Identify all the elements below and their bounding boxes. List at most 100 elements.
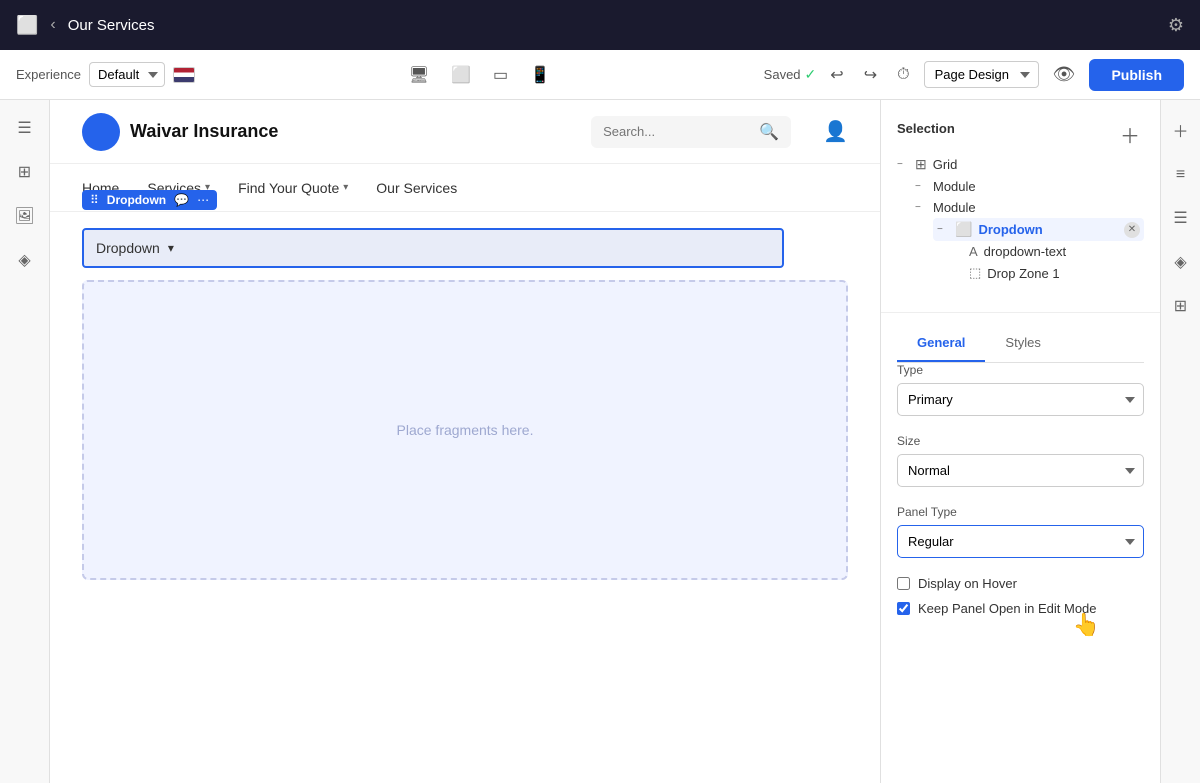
dropzone-tree-icon: ⬚ bbox=[969, 265, 981, 281]
nav-link-find-quote[interactable]: Find Your Quote ▾ bbox=[238, 180, 348, 196]
dropdown-widget-bar[interactable]: Dropdown ▾ bbox=[82, 228, 784, 268]
right-icon-strip: ＋ ≡ ☰ ◈ ⊞ bbox=[1160, 100, 1200, 783]
tab-general[interactable]: General bbox=[897, 325, 985, 362]
add-element-button[interactable]: ＋ bbox=[1116, 116, 1144, 153]
layers-icon[interactable]: ☰ bbox=[11, 112, 37, 144]
text-tree-icon: A bbox=[969, 244, 978, 259]
grid-icon: ⊞ bbox=[915, 156, 927, 173]
menu-right-icon[interactable]: ☰ bbox=[1167, 202, 1193, 234]
size-label: Size bbox=[897, 434, 1144, 448]
tree-toggle-dropdown[interactable]: − bbox=[937, 224, 949, 235]
selection-panel: Selection ＋ − ⊞ Grid − Module bbox=[881, 100, 1160, 300]
page-design-select[interactable]: Page Design bbox=[924, 61, 1039, 88]
components-right-icon[interactable]: ◈ bbox=[1168, 246, 1192, 278]
logo-circle bbox=[82, 113, 120, 151]
tree-label-module1: Module bbox=[933, 179, 976, 194]
publish-button[interactable]: Publish bbox=[1089, 59, 1184, 91]
sidebar-toggle-button[interactable]: ⬜ bbox=[16, 15, 38, 36]
history-button[interactable]: ⏱ bbox=[891, 62, 915, 88]
tree-label-dropdown: Dropdown bbox=[978, 222, 1042, 237]
general-panel: Type Primary Secondary Ghost Size Normal… bbox=[881, 363, 1160, 642]
keep-panel-checkbox[interactable] bbox=[897, 602, 910, 615]
experience-select[interactable]: Default bbox=[89, 62, 165, 87]
tree-item-grid[interactable]: − ⊞ Grid bbox=[897, 153, 1144, 176]
data-icon[interactable]: ◈ bbox=[12, 244, 36, 276]
type-label: Type bbox=[897, 363, 1144, 377]
saved-status: Saved ✓ bbox=[764, 66, 817, 83]
drag-handle-icon[interactable]: ⠿ bbox=[90, 193, 99, 207]
panel-tabs: General Styles bbox=[897, 325, 1144, 363]
nav-bar: Waivar Insurance 🔍 👤 bbox=[50, 100, 880, 164]
tablet-landscape-button[interactable]: ⬜ bbox=[442, 59, 480, 91]
media-icon[interactable]: 🖼 bbox=[8, 200, 40, 232]
dropdown-widget-label: Dropdown bbox=[96, 240, 160, 256]
tree-toggle-m1[interactable]: − bbox=[915, 181, 927, 192]
tree-module2-children: − ⬜ Dropdown ✕ A dropdown-text bbox=[915, 218, 1144, 284]
search-bar: 🔍 bbox=[591, 116, 791, 148]
tree-label-dropdown-text: dropdown-text bbox=[984, 244, 1066, 259]
tree-close-button[interactable]: ✕ bbox=[1124, 222, 1140, 238]
dropdown-widget-chevron-icon: ▾ bbox=[168, 241, 174, 255]
tree-label-module2: Module bbox=[933, 200, 976, 215]
keep-panel-row: Keep Panel Open in Edit Mode bbox=[897, 601, 1144, 616]
tree-item-drop-zone[interactable]: ⬚ Drop Zone 1 bbox=[951, 262, 1144, 284]
panel-divider bbox=[881, 312, 1160, 313]
right-panel: Selection ＋ − ⊞ Grid − Module bbox=[880, 100, 1160, 783]
display-hover-checkbox[interactable] bbox=[897, 577, 910, 590]
brand-name: Waivar Insurance bbox=[130, 121, 278, 142]
search-icon: 🔍 bbox=[759, 122, 779, 142]
tree-item-module2[interactable]: − Module bbox=[915, 197, 1144, 218]
desktop-view-button[interactable]: 🖥 bbox=[400, 59, 438, 91]
preview-button[interactable]: 👁 bbox=[1047, 60, 1082, 89]
nav-link-our-services[interactable]: Our Services bbox=[376, 180, 457, 196]
find-quote-chevron-icon: ▾ bbox=[343, 182, 348, 193]
tree-label-drop-zone: Drop Zone 1 bbox=[987, 266, 1059, 281]
components-icon[interactable]: ⊞ bbox=[12, 156, 37, 188]
tree-label-grid: Grid bbox=[933, 157, 958, 172]
user-avatar-icon[interactable]: 👤 bbox=[823, 119, 848, 144]
display-hover-row: Display on Hover bbox=[897, 576, 1144, 591]
tree-toggle-grid[interactable]: − bbox=[897, 159, 909, 170]
dropdown-tree-icon: ⬜ bbox=[955, 221, 972, 238]
saved-check-icon: ✓ bbox=[805, 66, 817, 83]
type-field-group: Type Primary Secondary Ghost bbox=[897, 363, 1144, 416]
size-field-group: Size Normal Small Large bbox=[897, 434, 1144, 487]
top-bar-right: ⚙ bbox=[1168, 15, 1184, 36]
more-options-icon[interactable]: ⋯ bbox=[197, 193, 209, 207]
tree-item-dropdown[interactable]: − ⬜ Dropdown ✕ bbox=[933, 218, 1144, 241]
canvas: Waivar Insurance 🔍 👤 Home Services ▾ Fin… bbox=[50, 100, 880, 783]
settings-button[interactable]: ⚙ bbox=[1168, 15, 1184, 36]
panel-type-field-group: Panel Type Regular Mega Fullwidth bbox=[897, 505, 1144, 558]
main-area: ☰ ⊞ 🖼 ◈ Waivar Insurance 🔍 👤 Home Servic… bbox=[0, 100, 1200, 783]
tree-grid-children: − Module − Module − ⬜ Dropdown bbox=[897, 176, 1144, 284]
language-flag[interactable] bbox=[173, 67, 195, 83]
mobile-view-button[interactable]: 📱 bbox=[521, 59, 559, 91]
left-sidebar: ☰ ⊞ 🖼 ◈ bbox=[0, 100, 50, 783]
add-right-icon[interactable]: ＋ bbox=[1166, 112, 1194, 148]
redo-button[interactable]: ↪ bbox=[858, 61, 883, 89]
tree-toggle-m2[interactable]: − bbox=[915, 202, 927, 213]
tree-dropdown-children: A dropdown-text ⬚ Drop Zone 1 bbox=[933, 241, 1144, 284]
tab-styles[interactable]: Styles bbox=[985, 325, 1060, 362]
toolbar-right: Saved ✓ ↩ ↪ ⏱ Page Design 👁 Publish bbox=[764, 59, 1184, 91]
back-button[interactable]: ‹ bbox=[50, 16, 55, 34]
size-select[interactable]: Normal Small Large bbox=[897, 454, 1144, 487]
panel-type-select[interactable]: Regular Mega Fullwidth bbox=[897, 525, 1144, 558]
device-switcher: 🖥 ⬜ ▭ 📱 bbox=[400, 59, 559, 91]
tablet-portrait-button[interactable]: ▭ bbox=[484, 59, 517, 91]
type-select[interactable]: Primary Secondary Ghost bbox=[897, 383, 1144, 416]
drop-zone-text: Place fragments here. bbox=[397, 422, 534, 438]
panel-type-label: Panel Type bbox=[897, 505, 1144, 519]
layers-right-icon[interactable]: ≡ bbox=[1170, 160, 1191, 190]
search-input[interactable] bbox=[603, 124, 751, 139]
tree-item-dropdown-text[interactable]: A dropdown-text bbox=[951, 241, 1144, 262]
nav-logo: Waivar Insurance bbox=[82, 113, 278, 151]
undo-button[interactable]: ↩ bbox=[824, 61, 849, 89]
toolbar-left: Experience Default bbox=[16, 62, 195, 87]
chat-icon[interactable]: 💬 bbox=[174, 193, 189, 207]
tree-item-module1[interactable]: − Module bbox=[915, 176, 1144, 197]
grid-right-icon[interactable]: ⊞ bbox=[1168, 290, 1193, 322]
drop-zone[interactable]: Place fragments here. bbox=[82, 280, 848, 580]
selection-title: Selection bbox=[897, 121, 955, 136]
display-hover-label: Display on Hover bbox=[918, 576, 1017, 591]
